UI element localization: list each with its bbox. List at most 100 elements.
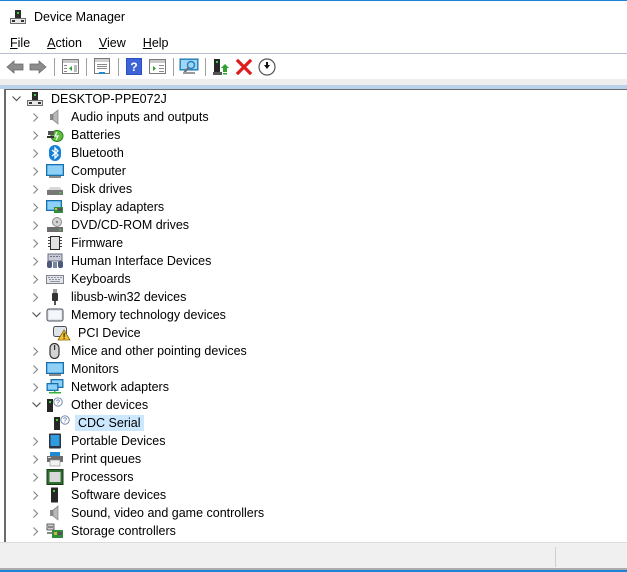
chevron-right-icon[interactable]	[30, 468, 42, 486]
speaker-icon	[46, 109, 64, 125]
chevron-right-icon[interactable]	[30, 288, 42, 306]
back-button[interactable]	[4, 56, 26, 78]
tree-item-label: Disk drives	[71, 182, 133, 196]
chevron-right-icon[interactable]	[30, 486, 42, 504]
tree-item-label: Print queues	[71, 452, 142, 466]
chevron-right-icon[interactable]	[30, 378, 42, 396]
tree-item-label: Keyboards	[71, 272, 131, 286]
display-adapter-icon	[46, 199, 64, 215]
chevron-right-icon[interactable]	[30, 162, 42, 180]
tree-category-network-adapters[interactable]: Network adapters	[30, 378, 172, 396]
toolbar-separator	[118, 57, 119, 76]
tree-category-firmware[interactable]: Firmware	[30, 234, 126, 252]
update-driver-button[interactable]	[210, 56, 232, 78]
storage-controller-icon	[46, 523, 64, 539]
svg-text:?: ?	[56, 400, 60, 407]
device-tree[interactable]: DESKTOP-PPE072J Audio inputs and outputs…	[4, 89, 627, 542]
chevron-right-icon[interactable]	[30, 360, 42, 378]
device-manager-window: Device Manager File Action View Help ? D…	[0, 0, 627, 572]
toolbar-separator	[205, 57, 206, 76]
tree-device-cdc-serial[interactable]: ? CDC Serial	[49, 414, 144, 432]
chevron-right-icon[interactable]	[30, 504, 42, 522]
tree-category-mice-and-other-pointing-devices[interactable]: Mice and other pointing devices	[30, 342, 250, 360]
chevron-right-icon[interactable]	[30, 432, 42, 450]
menu-file[interactable]: File	[3, 33, 37, 53]
tree-category-processors[interactable]: Processors	[30, 468, 137, 486]
menu-view[interactable]: View	[92, 33, 133, 53]
tree-category-audio-inputs-and-outputs[interactable]: Audio inputs and outputs	[30, 108, 212, 126]
toolbar: ?	[0, 54, 627, 79]
tree-item-label: Bluetooth	[71, 146, 124, 160]
chevron-right-icon[interactable]	[30, 216, 42, 234]
toolbar-separator	[86, 57, 87, 76]
chevron-right-icon[interactable]	[30, 234, 42, 252]
tree-category-keyboards[interactable]: Keyboards	[30, 270, 134, 288]
show-hide-action-pane-button[interactable]	[146, 56, 168, 78]
tree-category-portable-devices[interactable]: Portable Devices	[30, 432, 169, 450]
chevron-right-icon[interactable]	[30, 108, 42, 126]
menu-help-label: elp	[151, 35, 169, 50]
tree-category-batteries[interactable]: Batteries	[30, 126, 123, 144]
console-tree-icon	[61, 59, 79, 74]
tree-category-bluetooth[interactable]: Bluetooth	[30, 144, 127, 162]
tree-category-sound-video-and-game-controllers[interactable]: Sound, video and game controllers	[30, 504, 267, 522]
processor-icon	[46, 469, 64, 485]
uninstall-device-button[interactable]	[233, 56, 255, 78]
forward-button[interactable]	[27, 56, 49, 78]
tree-item-label: Sound, video and game controllers	[71, 506, 265, 520]
mouse-icon	[46, 342, 64, 360]
tree-category-human-interface-devices[interactable]: Human Interface Devices	[30, 252, 214, 270]
help-button[interactable]: ?	[123, 56, 145, 78]
tree-category-display-adapters[interactable]: Display adapters	[30, 198, 167, 216]
monitor-icon	[46, 361, 64, 377]
chevron-right-icon[interactable]	[30, 180, 42, 198]
menu-bar: File Action View Help	[0, 32, 627, 54]
tree-category-software-devices[interactable]: Software devices	[30, 486, 169, 504]
show-hide-console-tree-button[interactable]	[59, 56, 81, 78]
menu-help-mnemonic: H	[142, 35, 152, 50]
title-bar[interactable]: Device Manager	[0, 2, 627, 32]
tree-category-dvd-cd-rom-drives[interactable]: DVD/CD-ROM drives	[30, 216, 192, 234]
properties-icon	[94, 58, 110, 74]
unknown-device-icon: ?	[46, 397, 64, 413]
tree-category-other-devices[interactable]: ? Other devices	[30, 396, 151, 414]
chevron-right-icon[interactable]	[30, 252, 42, 270]
tree-category-disk-drives[interactable]: Disk drives	[30, 180, 135, 198]
action-pane-icon	[148, 59, 166, 74]
tree-item-label: Computer	[71, 164, 126, 178]
status-bar	[0, 542, 627, 570]
tree-device-pci-device[interactable]: PCI Device	[49, 324, 144, 342]
tree-item-label: DVD/CD-ROM drives	[71, 218, 190, 232]
tree-category-memory-technology-devices[interactable]: Memory technology devices	[30, 306, 229, 324]
chip-icon	[46, 235, 64, 251]
tree-category-storage-controllers[interactable]: Storage controllers	[30, 522, 179, 540]
tree-category-computer[interactable]: Computer	[30, 162, 129, 180]
menu-help[interactable]: Help	[136, 33, 176, 53]
chevron-down-icon[interactable]	[10, 90, 22, 108]
speaker-icon	[46, 505, 64, 521]
tree-category-monitors[interactable]: Monitors	[30, 360, 122, 378]
chevron-right-icon[interactable]	[30, 522, 42, 540]
disable-device-button[interactable]	[256, 56, 278, 78]
warning-device-icon	[53, 325, 71, 341]
chevron-right-icon[interactable]	[30, 126, 42, 144]
properties-button[interactable]	[91, 56, 113, 78]
chevron-right-icon[interactable]	[30, 198, 42, 216]
chevron-right-icon[interactable]	[30, 342, 42, 360]
tree-root[interactable]: DESKTOP-PPE072J	[10, 90, 170, 108]
chevron-right-icon[interactable]	[30, 144, 42, 162]
scan-hardware-changes-button[interactable]	[178, 56, 200, 78]
chevron-right-icon[interactable]	[30, 270, 42, 288]
chevron-down-icon[interactable]	[30, 306, 42, 324]
svg-text:?: ?	[63, 418, 67, 425]
status-pane-right	[560, 547, 622, 567]
tree-category-print-queues[interactable]: Print queues	[30, 450, 144, 468]
tree-root-label: DESKTOP-PPE072J	[51, 92, 167, 106]
tree-item-label: Network adapters	[71, 380, 169, 394]
network-icon	[46, 379, 64, 395]
chevron-right-icon[interactable]	[30, 450, 42, 468]
chevron-down-icon[interactable]	[30, 396, 42, 414]
menu-action[interactable]: Action	[40, 33, 89, 53]
tree-category-libusb-win32-devices[interactable]: libusb-win32 devices	[30, 288, 189, 306]
bluetooth-icon	[46, 145, 64, 161]
